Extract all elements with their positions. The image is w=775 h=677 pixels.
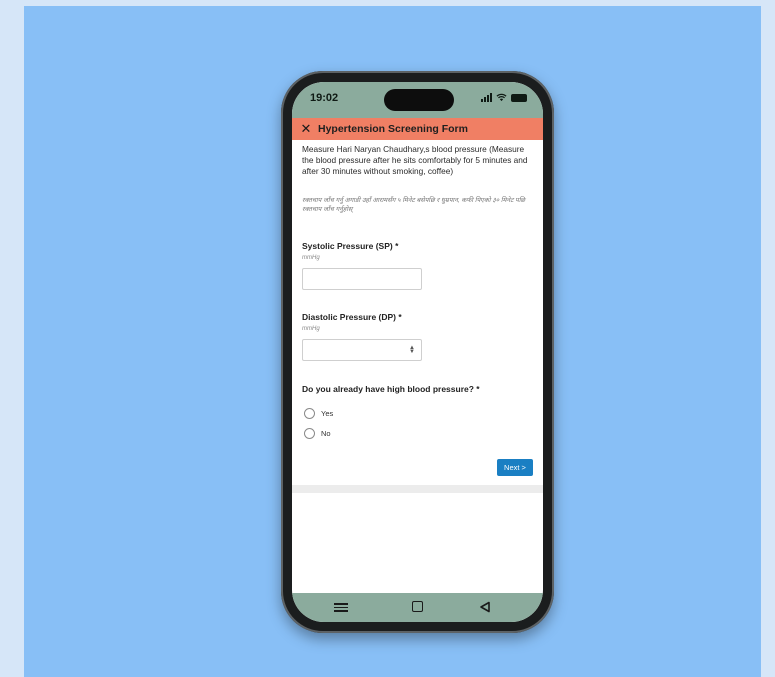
wifi-icon — [496, 93, 507, 102]
systolic-unit-hint: mmHg — [302, 255, 320, 261]
status-time: 19:02 — [310, 92, 339, 104]
status-icons — [481, 93, 527, 102]
signal-icon — [481, 93, 492, 102]
phone-frame: 19:02 ✕ Hypertension Screening Form Meas… — [281, 71, 554, 633]
divider — [292, 485, 543, 493]
radio-button[interactable] — [304, 408, 315, 419]
back-triangle-icon[interactable] — [479, 601, 491, 613]
instructions-nepali-text: रक्तचाप जाँच गर्नु अगाडी उहाँ आरामसँग ५ … — [302, 197, 526, 213]
diastolic-unit-hint: mmHg — [302, 326, 320, 332]
navigation-bar — [292, 593, 543, 622]
instructions-text: Measure Hari Naryan Chaudhary,s blood pr… — [302, 144, 528, 176]
radio-option-no[interactable]: No — [304, 428, 331, 439]
stepper-icon[interactable]: ▲ ▼ — [409, 345, 415, 355]
systolic-input[interactable] — [302, 268, 422, 290]
screening-form: Measure Hari Naryan Chaudhary,s blood pr… — [292, 140, 543, 485]
phone-screen: 19:02 ✕ Hypertension Screening Form Meas… — [292, 82, 543, 622]
question-label: Do you already have high blood pressure?… — [302, 384, 480, 394]
radio-label-yes: Yes — [321, 409, 334, 418]
systolic-label: Systolic Pressure (SP) * — [302, 241, 399, 251]
close-icon[interactable]: ✕ — [300, 122, 312, 135]
background-canvas: 19:02 ✕ Hypertension Screening Form Meas… — [24, 6, 761, 677]
app-header: ✕ Hypertension Screening Form — [292, 118, 543, 140]
radio-option-yes[interactable]: Yes — [304, 408, 333, 419]
diastolic-label: Diastolic Pressure (DP) * — [302, 312, 402, 322]
page-title: Hypertension Screening Form — [318, 123, 468, 135]
diastolic-input[interactable]: ▲ ▼ — [302, 339, 422, 361]
radio-label-no: No — [321, 429, 331, 438]
menu-icon[interactable] — [334, 603, 348, 612]
next-button[interactable]: Next > — [497, 459, 533, 476]
status-bar: 19:02 — [292, 82, 543, 118]
home-square-icon[interactable] — [412, 601, 423, 612]
dynamic-island — [384, 89, 454, 111]
radio-button[interactable] — [304, 428, 315, 439]
battery-icon — [511, 93, 527, 102]
